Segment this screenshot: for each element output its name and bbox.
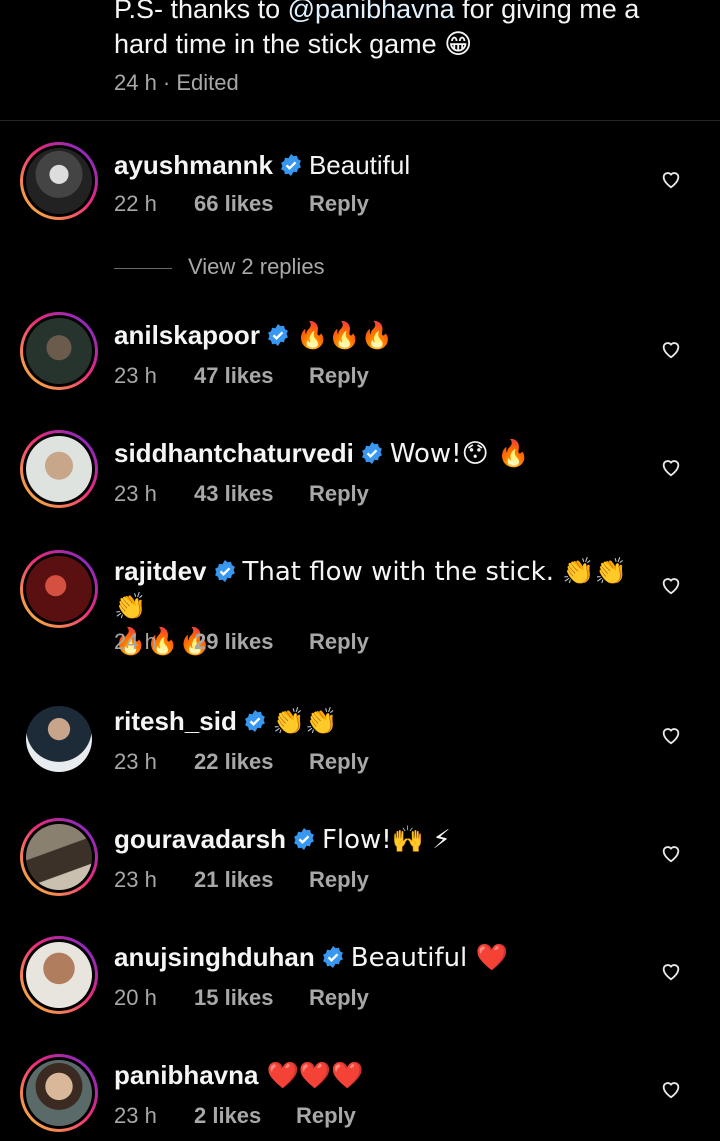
heart-outline-icon[interactable]: [660, 842, 682, 864]
divider: [0, 120, 720, 121]
comment-text-line: siddhantchaturvedi Wow!😯 🔥: [114, 436, 634, 471]
comment-meta: 20 h 15 likes Reply: [114, 985, 369, 1011]
view-replies-button[interactable]: View 2 replies: [114, 254, 325, 280]
avatar[interactable]: [20, 430, 98, 508]
avatar[interactable]: [20, 936, 98, 1014]
comment-time: 23 h: [114, 749, 157, 774]
comment-likes[interactable]: 21 likes: [194, 867, 274, 893]
reply-thread-line: [114, 267, 172, 269]
comment-meta: 23 h 21 likes Reply: [114, 867, 369, 893]
comment-text-line: gouravadarsh Flow!🙌 ⚡: [114, 822, 634, 857]
comment-text-line: anujsinghduhan Beautiful ❤️: [114, 940, 634, 975]
comment-likes[interactable]: 66 likes: [194, 191, 274, 217]
heart-outline-icon[interactable]: [660, 574, 682, 596]
comment-time: 22 h: [114, 191, 157, 216]
avatar[interactable]: [20, 550, 98, 628]
comment-likes[interactable]: 47 likes: [194, 363, 274, 389]
reply-button[interactable]: Reply: [309, 191, 369, 217]
comment-time: 23 h: [114, 481, 157, 506]
post-caption: P.S- thanks to @panibhavna for giving me…: [114, 0, 694, 62]
comment-time: 23 h: [114, 363, 157, 388]
comment-text: 👏👏: [272, 707, 338, 737]
comment-meta: 23 h 22 likes Reply: [114, 749, 369, 775]
comment-text-line: panibhavna ❤️❤️❤️: [114, 1058, 634, 1093]
comment-username[interactable]: ritesh_sid: [114, 706, 237, 736]
comment-meta: 23 h 2 likes Reply: [114, 1103, 356, 1129]
comment-time: 23 h: [114, 867, 157, 892]
avatar-image: [26, 1060, 92, 1126]
comment-text-line: ritesh_sid 👏👏: [114, 704, 634, 739]
comment-username[interactable]: siddhantchaturvedi: [114, 438, 354, 468]
comment-likes[interactable]: 2 likes: [194, 1103, 261, 1129]
comment-text: 🔥🔥🔥: [295, 321, 394, 351]
reply-button[interactable]: Reply: [309, 867, 369, 893]
heart-outline-icon[interactable]: [660, 724, 682, 746]
comment-text: Flow!🙌 ⚡: [321, 825, 451, 855]
comment-time: 24 h: [114, 629, 157, 654]
comment-meta: 24 h 29 likes Reply: [114, 629, 369, 655]
view-replies-label: View 2 replies: [188, 254, 325, 279]
avatar-image: [26, 824, 92, 890]
avatar-image: [26, 436, 92, 502]
comment-likes[interactable]: 22 likes: [194, 749, 274, 775]
caption-meta: 24 h · Edited: [114, 70, 239, 95]
reply-button[interactable]: Reply: [296, 1103, 356, 1129]
verified-badge-icon: [361, 442, 382, 464]
comment-username[interactable]: rajitdev: [114, 556, 207, 586]
verified-badge-icon: [322, 946, 343, 968]
verified-badge-icon: [268, 324, 288, 346]
reply-button[interactable]: Reply: [309, 629, 369, 655]
comment-text: ❤️❤️❤️: [266, 1061, 364, 1091]
avatar-image: [26, 706, 92, 772]
comment-text: Wow!😯 🔥: [389, 439, 530, 469]
comment-meta: 23 h 47 likes Reply: [114, 363, 369, 389]
comment-meta: 23 h 43 likes Reply: [114, 481, 369, 507]
avatar[interactable]: [20, 818, 98, 896]
reply-button[interactable]: Reply: [309, 985, 369, 1011]
avatar[interactable]: [20, 142, 98, 220]
avatar[interactable]: [20, 312, 98, 390]
heart-outline-icon[interactable]: [660, 456, 682, 478]
avatar-image: [26, 556, 92, 622]
comment-time: 20 h: [114, 985, 157, 1010]
comment-text-line: anilskapoor 🔥🔥🔥: [114, 318, 634, 353]
verified-badge-icon: [281, 154, 301, 176]
comment-username[interactable]: panibhavna: [114, 1060, 258, 1090]
comment-time: 23 h: [114, 1103, 157, 1128]
comment-username[interactable]: anilskapoor: [114, 320, 260, 350]
caption-prefix: P.S- thanks to: [114, 0, 288, 24]
verified-badge-icon: [214, 560, 235, 582]
heart-outline-icon[interactable]: [660, 168, 682, 190]
avatar-image: [26, 148, 92, 214]
comment-username[interactable]: gouravadarsh: [114, 824, 286, 854]
verified-badge-icon: [244, 710, 265, 732]
heart-outline-icon[interactable]: [660, 338, 682, 360]
comment-username[interactable]: anujsinghduhan: [114, 942, 315, 972]
reply-button[interactable]: Reply: [309, 749, 369, 775]
reply-button[interactable]: Reply: [309, 363, 369, 389]
reply-button[interactable]: Reply: [309, 481, 369, 507]
caption-mention-link[interactable]: @panibhavna: [288, 0, 455, 24]
comment-meta: 22 h 66 likes Reply: [114, 191, 369, 217]
avatar[interactable]: [20, 700, 98, 778]
avatar-image: [26, 942, 92, 1008]
comment-likes[interactable]: 43 likes: [194, 481, 274, 507]
comment-username[interactable]: ayushmannk: [114, 150, 273, 180]
comment-text: Beautiful: [308, 150, 411, 180]
verified-badge-icon: [294, 828, 314, 850]
avatar-image: [26, 318, 92, 384]
comment-likes[interactable]: 29 likes: [194, 629, 274, 655]
heart-outline-icon[interactable]: [660, 960, 682, 982]
comment-text-line: ayushmannk Beautiful: [114, 148, 634, 182]
comment-text: Beautiful ❤️: [350, 943, 508, 973]
avatar[interactable]: [20, 1054, 98, 1132]
heart-outline-icon[interactable]: [660, 1078, 682, 1100]
comment-likes[interactable]: 15 likes: [194, 985, 274, 1011]
